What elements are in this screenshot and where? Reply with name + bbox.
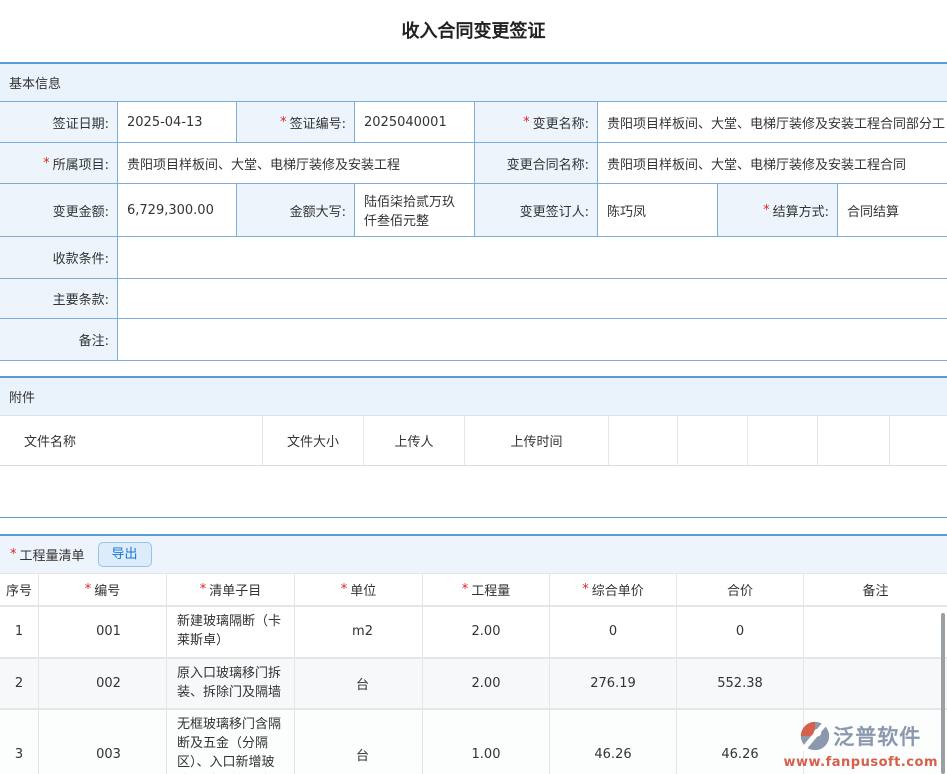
basic-info-section-header: 基本信息 bbox=[0, 64, 947, 102]
field-settle-method-label: *结算方式: bbox=[718, 184, 838, 237]
attachments-table-header: 文件名称 文件大小 上传人 上传时间 bbox=[0, 416, 947, 466]
field-change-contract-name-label: 变更合同名称: bbox=[475, 143, 598, 184]
boq-cell-item: 无框玻璃移门含隔断及五金（分隔区）、入口新增玻璃门 金刚含五金 bbox=[167, 710, 295, 774]
section-gap bbox=[0, 361, 947, 376]
attachments-col-uploader: 上传人 bbox=[364, 416, 465, 466]
boq-cell-no: 2 bbox=[0, 659, 39, 710]
boq-cell-unit-price: 0 bbox=[550, 607, 677, 658]
attachments-extra-column bbox=[890, 416, 947, 466]
basic-info-section-title: 基本信息 bbox=[9, 73, 61, 92]
attachments-col-file-name: 文件名称 bbox=[0, 416, 263, 466]
field-receive-terms-label: 收款条件: bbox=[0, 237, 118, 279]
required-marker: * bbox=[10, 547, 17, 562]
boq-col-no: 序号 bbox=[0, 574, 39, 606]
section-gap bbox=[0, 518, 947, 534]
field-remark-value bbox=[118, 319, 947, 361]
boq-cell-total: 0 bbox=[677, 607, 804, 658]
boq-col-remark: 备注 bbox=[804, 574, 947, 606]
boq-cell-remark bbox=[804, 659, 947, 710]
attachments-col-upload-time: 上传时间 bbox=[465, 416, 609, 466]
required-marker: * bbox=[523, 115, 530, 130]
boq-col-unit: *单位 bbox=[295, 574, 423, 606]
basic-info-grid: 签证日期: 2025-04-13 *签证编号: 2025040001 *变更名称… bbox=[0, 102, 947, 361]
watermark-brand: 泛普软件 bbox=[833, 726, 921, 749]
required-marker: * bbox=[582, 582, 589, 597]
field-project-value: 贵阳项目样板间、大堂、电梯厅装修及安装工程 bbox=[118, 143, 475, 184]
attachments-extra-column bbox=[818, 416, 890, 466]
boq-cell-unit: m2 bbox=[295, 607, 423, 658]
field-change-contract-name-value: 贵阳项目样板间、大堂、电梯厅装修及安装工程合同 bbox=[598, 143, 947, 184]
boq-cell-qty: 2.00 bbox=[423, 607, 550, 658]
attachments-empty-body bbox=[0, 466, 947, 517]
attachments-extra-column bbox=[748, 416, 818, 466]
field-signer-value: 陈巧凤 bbox=[598, 184, 718, 237]
boq-cell-no: 3 bbox=[0, 710, 39, 774]
field-change-amount-value: 6,729,300.00 bbox=[118, 184, 237, 237]
field-settle-method-value: 合同结算 bbox=[838, 184, 947, 237]
watermark-url: www.fanpusoft.com bbox=[783, 756, 938, 770]
attachments-section-header: 附件 bbox=[0, 378, 947, 416]
field-change-name-value: 贵阳项目样板间、大堂、电梯厅装修及安装工程合同部分工 bbox=[598, 102, 947, 143]
boq-cell-total: 552.38 bbox=[677, 659, 804, 710]
boq-col-item: *清单子目 bbox=[167, 574, 295, 606]
field-amount-caps-label: 金额大写: bbox=[237, 184, 355, 237]
boq-cell-unit-price: 276.19 bbox=[550, 659, 677, 710]
vertical-scrollbar[interactable] bbox=[941, 613, 945, 774]
fanpu-logo-icon bbox=[800, 721, 830, 755]
required-marker: * bbox=[763, 203, 770, 218]
required-marker: * bbox=[462, 582, 469, 597]
watermark: 泛普软件 www.fanpusoft.com bbox=[783, 721, 938, 770]
boq-col-code: *编号 bbox=[39, 574, 167, 606]
boq-col-unit-price: *综合单价 bbox=[550, 574, 677, 606]
required-marker: * bbox=[280, 115, 287, 130]
table-row: 1 001 新建玻璃隔断（卡莱斯卓） m2 2.00 0 0 bbox=[0, 606, 947, 658]
field-sign-date-label: 签证日期: bbox=[0, 102, 118, 143]
field-signer-label: 变更签订人: bbox=[475, 184, 598, 237]
boq-cell-code: 002 bbox=[39, 659, 167, 710]
table-row: 2 002 原入口玻璃移门拆装、拆除门及隔墙 台 2.00 276.19 552… bbox=[0, 658, 947, 710]
boq-cell-code: 001 bbox=[39, 607, 167, 658]
field-sign-date-value: 2025-04-13 bbox=[118, 102, 237, 143]
boq-section-title: 工程量清单 bbox=[20, 545, 85, 564]
basic-info-section: 基本信息 签证日期: 2025-04-13 *签证编号: 2025040001 … bbox=[0, 62, 947, 361]
boq-cell-no: 1 bbox=[0, 607, 39, 658]
attachments-section-title: 附件 bbox=[9, 387, 35, 406]
field-project-label: *所属项目: bbox=[0, 143, 118, 184]
boq-cell-unit: 台 bbox=[295, 659, 423, 710]
field-main-clauses-value bbox=[118, 279, 947, 319]
field-amount-caps-value: 陆佰柒拾贰万玖仟叁佰元整 bbox=[355, 184, 475, 237]
field-main-clauses-label: 主要条款: bbox=[0, 279, 118, 319]
boq-col-qty: *工程量 bbox=[423, 574, 550, 606]
export-button[interactable]: 导出 bbox=[98, 542, 152, 568]
boq-table: 序号 *编号 *清单子目 *单位 *工程量 *综合单价 合价 备注 bbox=[0, 573, 947, 606]
field-change-amount-label: 变更金额: bbox=[0, 184, 118, 237]
field-change-name-label: *变更名称: bbox=[475, 102, 598, 143]
required-marker: * bbox=[200, 582, 207, 597]
boq-col-total: 合价 bbox=[677, 574, 804, 606]
field-sign-no-label: *签证编号: bbox=[237, 102, 355, 143]
boq-cell-qty: 1.00 bbox=[423, 710, 550, 774]
page: 收入合同变更签证 基本信息 签证日期: 2025-04-13 *签证编号: 20… bbox=[0, 0, 947, 774]
required-marker: * bbox=[85, 582, 92, 597]
field-remark-label: 备注: bbox=[0, 319, 118, 361]
field-receive-terms-value bbox=[118, 237, 947, 279]
attachments-extra-column bbox=[609, 416, 678, 466]
boq-cell-unit: 台 bbox=[295, 710, 423, 774]
attachments-section: 附件 文件名称 文件大小 上传人 上传时间 bbox=[0, 376, 947, 518]
boq-cell-qty: 2.00 bbox=[423, 659, 550, 710]
boq-cell-item: 原入口玻璃移门拆装、拆除门及隔墙 bbox=[167, 659, 295, 710]
page-title: 收入合同变更签证 bbox=[0, 0, 947, 62]
boq-cell-remark bbox=[804, 607, 947, 658]
required-marker: * bbox=[341, 582, 348, 597]
attachments-col-file-size: 文件大小 bbox=[263, 416, 364, 466]
boq-cell-item: 新建玻璃隔断（卡莱斯卓） bbox=[167, 607, 295, 658]
required-marker: * bbox=[43, 156, 50, 171]
boq-cell-code: 003 bbox=[39, 710, 167, 774]
attachments-extra-column bbox=[678, 416, 748, 466]
boq-section-header: * 工程量清单 导出 bbox=[0, 536, 947, 573]
boq-cell-unit-price: 46.26 bbox=[550, 710, 677, 774]
field-sign-no-value: 2025040001 bbox=[355, 102, 475, 143]
